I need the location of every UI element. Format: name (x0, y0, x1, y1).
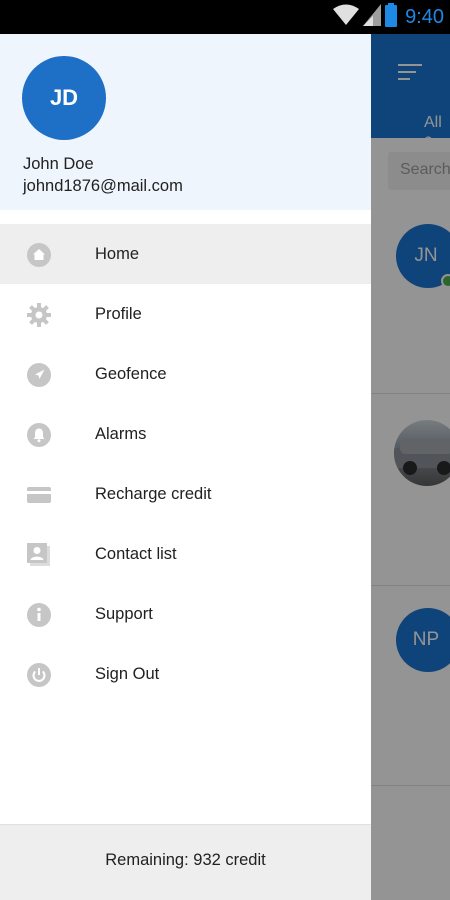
drawer-header: JD John Doe johnd1876@mail.com (0, 34, 371, 210)
bell-icon (26, 422, 52, 448)
user-email: johnd1876@mail.com (23, 177, 183, 195)
signal-icon (363, 3, 382, 31)
navigation-icon (26, 362, 52, 388)
gear-icon (26, 302, 52, 328)
remaining-credit-text: Remaining: 932 credit (105, 851, 266, 869)
menu-label: Profile (95, 304, 142, 323)
menu-label: Sign Out (95, 664, 160, 683)
menu-item-geofence[interactable]: Geofence (0, 344, 371, 404)
info-icon (26, 602, 52, 628)
wifi-icon (333, 4, 360, 31)
menu-label: Contact list (95, 544, 177, 563)
menu-item-profile[interactable]: Profile (0, 284, 371, 344)
user-name: John Doe (23, 155, 94, 173)
menu-label: Support (95, 604, 153, 623)
power-icon (26, 662, 52, 688)
home-icon (26, 242, 52, 268)
menu-item-contact-list[interactable]: Contact list (0, 524, 371, 584)
credit-card-icon (26, 482, 52, 508)
menu-item-alarms[interactable]: Alarms (0, 404, 371, 464)
status-time: 9:40 (405, 5, 444, 28)
status-bar: 9:40 (0, 0, 450, 34)
menu-item-home[interactable]: Home (0, 224, 371, 284)
navigation-drawer: JD John Doe johnd1876@mail.com Home Prof… (0, 34, 371, 900)
menu-item-sign-out[interactable]: Sign Out (0, 644, 371, 704)
menu-item-support[interactable]: Support (0, 584, 371, 644)
menu-label: Recharge credit (95, 484, 212, 503)
drawer-footer: Remaining: 932 credit (0, 824, 371, 900)
drawer-menu: Home Profile Geofence Alarms Recharge cr… (0, 224, 371, 704)
menu-label: Alarms (95, 424, 147, 443)
battery-icon (385, 2, 398, 32)
contacts-icon (26, 542, 52, 568)
menu-item-recharge-credit[interactable]: Recharge credit (0, 464, 371, 524)
menu-label: Home (95, 244, 140, 263)
avatar[interactable]: JD (22, 56, 106, 140)
menu-label: Geofence (95, 364, 167, 383)
